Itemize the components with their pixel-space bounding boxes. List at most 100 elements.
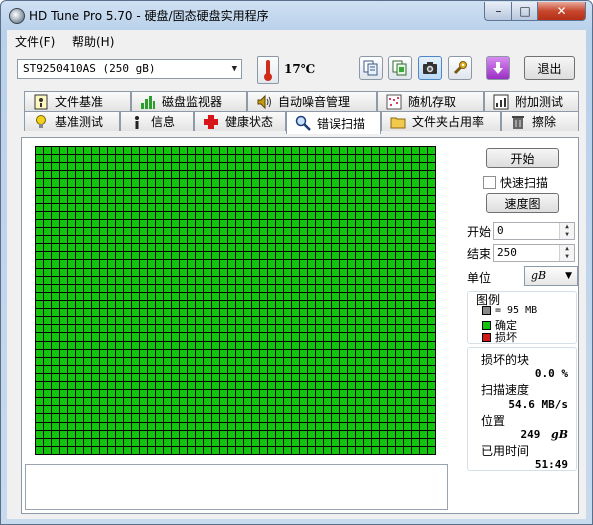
scan-block — [52, 325, 59, 333]
scan-block — [388, 203, 395, 211]
scan-block — [308, 163, 315, 171]
scan-block — [420, 430, 427, 438]
quick-scan-checkbox[interactable]: 快速扫描 — [483, 174, 548, 191]
start-input[interactable]: 0 ▲ ▼ — [493, 222, 575, 240]
scan-block — [76, 195, 83, 203]
scan-block — [116, 373, 123, 382]
scan-block — [260, 284, 267, 292]
scan-block — [36, 309, 43, 317]
unit-select[interactable]: gB ▼ — [524, 266, 578, 286]
scan-block — [356, 179, 363, 187]
end-input[interactable]: 250 ▲ ▼ — [493, 244, 575, 262]
scan-block — [276, 373, 283, 382]
scan-block — [124, 171, 131, 179]
scan-block — [340, 414, 347, 422]
scan-block — [284, 390, 291, 398]
tab-folder-usage[interactable]: 文件夹占用率 — [381, 111, 501, 131]
scan-block — [44, 211, 51, 219]
spinner-arrows-icon[interactable]: ▲ ▼ — [559, 245, 574, 261]
scan-block — [412, 276, 419, 284]
scan-block — [44, 301, 51, 309]
scan-block — [300, 398, 307, 406]
save-button[interactable] — [486, 56, 510, 80]
scan-block — [52, 203, 59, 211]
gray-swatch — [482, 306, 491, 315]
scan-block — [140, 228, 147, 236]
scan-block — [348, 349, 355, 357]
checkbox-box[interactable] — [483, 176, 496, 189]
scan-block — [284, 406, 291, 414]
scan-block — [380, 382, 387, 390]
close-button[interactable]: ✕ — [537, 2, 586, 21]
screenshot-button[interactable] — [418, 56, 442, 80]
scan-block — [356, 244, 363, 252]
scan-log[interactable] — [25, 464, 448, 510]
speed-map-button[interactable]: 速度图 — [486, 193, 559, 213]
tab-erase[interactable]: 擦除 — [501, 111, 579, 131]
scan-block — [412, 398, 419, 406]
copy-button[interactable] — [359, 56, 383, 80]
scan-block — [292, 219, 299, 228]
tab-extra-tests[interactable]: 附加测试 — [484, 91, 579, 111]
scan-block — [292, 163, 299, 171]
tab-benchmark[interactable]: 基准测试 — [24, 111, 120, 131]
scan-block — [332, 317, 339, 325]
tab-random-access[interactable]: 随机存取 — [377, 91, 484, 111]
scan-block — [116, 406, 123, 414]
scan-block — [36, 244, 43, 252]
drive-select[interactable]: ST9250410AS (250 gB) ▼ — [17, 59, 242, 79]
scan-block — [180, 414, 187, 422]
scan-block — [228, 406, 235, 414]
scan-block — [116, 228, 123, 236]
scan-block — [196, 187, 203, 195]
options-button[interactable] — [448, 56, 472, 80]
scan-block — [260, 422, 267, 430]
scan-block — [268, 236, 275, 244]
tab-health[interactable]: 健康状态 — [194, 111, 286, 131]
tab-aam[interactable]: 自动噪音管理 — [247, 91, 377, 111]
start-scan-button[interactable]: 开始 — [486, 148, 559, 168]
copy-info-button[interactable] — [388, 56, 412, 80]
scan-block — [372, 398, 379, 406]
spinner-arrows-icon[interactable]: ▲ ▼ — [559, 223, 574, 239]
scan-block — [356, 446, 363, 454]
tab-file-benchmark[interactable]: 文件基准 — [24, 91, 131, 111]
scan-block — [276, 325, 283, 333]
scan-block — [196, 171, 203, 179]
scan-block — [116, 349, 123, 357]
scan-block — [244, 365, 251, 373]
scan-block — [348, 195, 355, 203]
minimize-button[interactable]: – — [484, 2, 513, 21]
menu-file[interactable]: 文件(F) — [15, 33, 55, 50]
scan-block — [60, 203, 67, 211]
scan-block — [180, 252, 187, 260]
scan-block — [236, 301, 243, 309]
scan-block — [76, 163, 83, 171]
scan-block — [164, 398, 171, 406]
scan-block — [316, 382, 323, 390]
scan-block — [300, 155, 307, 163]
scan-block — [92, 349, 99, 357]
scan-block — [204, 414, 211, 422]
menu-help[interactable]: 帮助(H) — [72, 33, 114, 50]
scan-block — [252, 365, 259, 373]
maximize-button[interactable]: □ — [511, 2, 539, 21]
tab-error-scan[interactable]: 错误扫描 — [286, 111, 381, 134]
scan-block — [260, 301, 267, 309]
scan-block — [84, 365, 91, 373]
scan-block — [356, 430, 363, 438]
scan-block — [76, 365, 83, 373]
scan-block — [276, 446, 283, 454]
scan-block — [276, 260, 283, 268]
scan-block — [388, 171, 395, 179]
title-bar[interactable]: HD Tune Pro 5.70 - 硬盘/固态硬盘实用程序 – □ ✕ — [1, 1, 592, 29]
scan-block — [412, 373, 419, 382]
exit-button[interactable]: 退出 — [524, 56, 575, 80]
scan-block — [188, 438, 195, 446]
tab-info[interactable]: 信息 — [120, 111, 194, 131]
scan-block — [236, 276, 243, 284]
scan-block — [60, 284, 67, 292]
tab-disk-monitor[interactable]: 磁盘监视器 — [131, 91, 247, 111]
scan-block — [36, 365, 43, 373]
scan-block — [148, 171, 155, 179]
